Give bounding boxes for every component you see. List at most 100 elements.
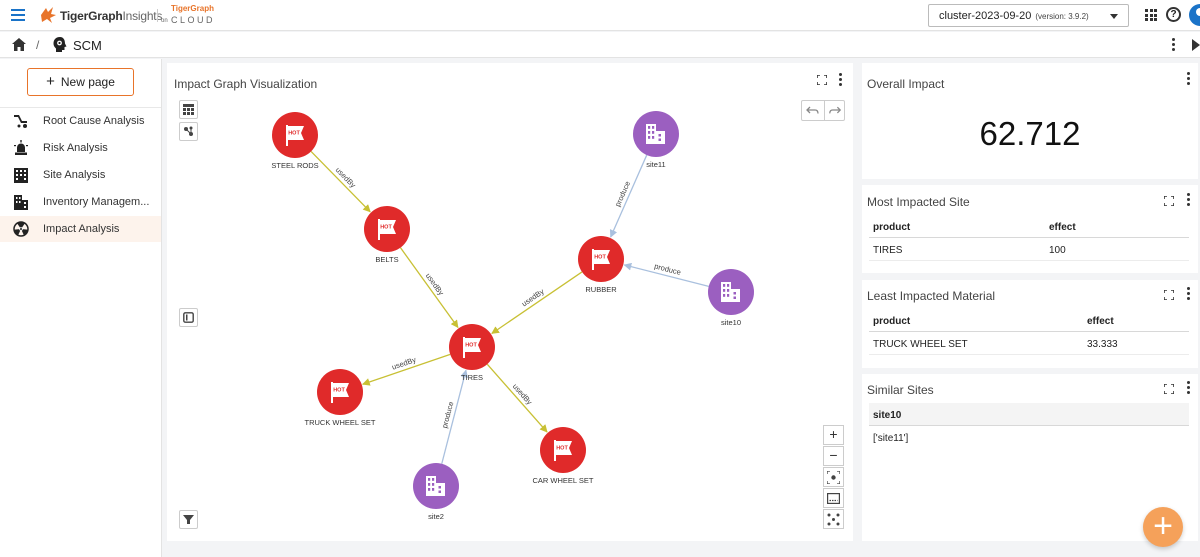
chevron-down-icon [1110, 14, 1118, 19]
zoom-controls: + − [823, 425, 844, 531]
overall-impact-value: 62.712 [979, 115, 1081, 152]
brand-main: TigerGraph [60, 9, 123, 23]
impact-graph-panel: Impact Graph Visualization usedBy usedBy u… [167, 63, 853, 541]
graph-node-truck_wheel_set[interactable]: HOT TRUCK WHEEL SET [305, 369, 376, 427]
node-badge: HOT [594, 255, 606, 261]
edge-label: usedBy [391, 355, 418, 372]
graph-node-belts[interactable]: HOT BELTS [364, 206, 410, 264]
brand-name: TigerGraphInsights [60, 9, 162, 23]
graph-edge-belts-tires[interactable] [399, 247, 459, 329]
menu-icon[interactable] [11, 9, 25, 21]
node-badge: HOT [380, 225, 392, 231]
sidebar-item-impact-analysis[interactable]: Impact Analysis [0, 216, 161, 242]
sidebar-item-inventory-management[interactable]: Inventory Managem... [0, 189, 161, 215]
graph-edge-rubber-tires[interactable] [491, 271, 583, 335]
node-label: site10 [721, 318, 741, 327]
sidebar-item-site-analysis[interactable]: Site Analysis [0, 162, 161, 188]
minimap-icon [827, 493, 841, 505]
node-label: BELTS [375, 255, 398, 264]
node-label: CAR WHEEL SET [533, 476, 594, 485]
tigergraph-logo-icon [41, 7, 56, 23]
focus-icon [826, 470, 841, 485]
table-cell: ['site11'] [873, 433, 909, 444]
graph-node-tires[interactable]: HOT TIRES [449, 324, 495, 382]
table-cell: TIRES [873, 245, 903, 256]
sidebar-item-label: Risk Analysis [43, 142, 108, 154]
column-header: product [873, 222, 911, 233]
radiation-icon [13, 221, 29, 237]
new-page-button[interactable]: + New page [27, 68, 134, 96]
sidebar-item-label: Site Analysis [43, 169, 106, 181]
more-options-icon[interactable] [1187, 287, 1191, 301]
node-label: RUBBER [585, 285, 617, 294]
tigergraph-cloud-logo: TigerGraph on CLOUD [161, 4, 221, 28]
sidebar: + New page Root Cause Analysis Risk Analy… [0, 59, 162, 557]
column-header: effect [1087, 316, 1114, 327]
panel-title: Similar Sites [867, 383, 934, 397]
graph-node-steel_rods[interactable]: HOT STEEL RODS [271, 112, 319, 170]
cloud-logo-top: TigerGraph [171, 4, 214, 13]
fit-view-button[interactable] [823, 467, 844, 487]
cluster-select[interactable]: cluster-2023-09-20 (version: 3.9.2) [928, 4, 1129, 27]
play-icon[interactable] [1192, 39, 1200, 51]
table-row[interactable]: TRUCK WHEEL SET 33.333 [869, 332, 1189, 355]
layout-icon [827, 513, 840, 526]
help-icon[interactable]: ? [1166, 7, 1181, 22]
app-head-icon [53, 37, 67, 52]
apps-grid-icon[interactable] [1145, 9, 1157, 21]
alarm-icon [14, 140, 28, 155]
node-label: site11 [646, 160, 665, 169]
table-row[interactable]: ['site11'] [869, 426, 1189, 449]
graph-node-site2[interactable]: site2 [413, 463, 459, 521]
home-icon[interactable] [12, 38, 26, 51]
least-impacted-material-panel: Least Impacted Material product effect T… [862, 280, 1198, 368]
minimap-button[interactable] [823, 488, 844, 508]
more-options-icon[interactable] [1187, 381, 1191, 395]
most-impacted-site-panel: Most Impacted Site product effect TIRES … [862, 185, 1198, 273]
cloud-logo-on: on [161, 18, 168, 24]
panel-title: Most Impacted Site [867, 195, 970, 209]
avatar[interactable] [1189, 4, 1200, 26]
sidebar-item-label: Impact Analysis [43, 223, 120, 235]
edge-label: produce [440, 401, 456, 429]
expand-icon[interactable] [1164, 196, 1174, 206]
sidebar-item-root-cause-analysis[interactable]: Root Cause Analysis [0, 108, 161, 134]
more-options-icon[interactable] [1187, 193, 1191, 207]
graph-canvas[interactable]: usedByusedByusedByusedByusedByproducepro… [167, 63, 853, 541]
node-label: STEEL RODS [271, 161, 318, 170]
cluster-name: cluster-2023-09-20 [939, 10, 1032, 22]
panel-title: Least Impacted Material [867, 289, 996, 303]
node-label: TIRES [461, 373, 483, 382]
top-bar: TigerGraphInsights TigerGraph on CLOUD c… [0, 0, 1200, 31]
graph-node-car_wheel_set[interactable]: HOT CAR WHEEL SET [533, 427, 594, 485]
expand-icon[interactable] [1164, 384, 1174, 394]
node-label: TRUCK WHEEL SET [305, 418, 376, 427]
table-header: site10 [869, 403, 1189, 426]
zoom-in-button[interactable]: + [823, 425, 844, 445]
sidebar-item-label: Root Cause Analysis [43, 115, 145, 127]
zoom-out-button[interactable]: − [823, 446, 844, 466]
node-badge: HOT [333, 388, 345, 394]
more-options-icon[interactable] [1172, 38, 1176, 52]
breadcrumb-app-name[interactable]: SCM [73, 38, 102, 53]
graph-node-site11[interactable]: site11 [633, 111, 679, 169]
table-cell: TRUCK WHEEL SET [873, 339, 968, 350]
graph-node-rubber[interactable]: HOT RUBBER [578, 236, 624, 294]
breadcrumb-separator: / [36, 38, 40, 52]
table-header: product effect [869, 309, 1189, 332]
graph-node-site10[interactable]: site10 [708, 269, 754, 327]
sidebar-item-risk-analysis[interactable]: Risk Analysis [0, 135, 161, 161]
table-cell: 33.333 [1087, 339, 1118, 350]
graph-edge-steel_rods-belts[interactable] [310, 150, 371, 213]
layout-button[interactable] [823, 509, 844, 529]
node-label: site2 [428, 512, 444, 521]
expand-icon[interactable] [1164, 290, 1174, 300]
add-widget-button[interactable]: + [1143, 507, 1183, 547]
column-header: site10 [873, 410, 902, 421]
table-cell: 100 [1049, 245, 1066, 256]
node-badge: HOT [288, 131, 300, 137]
table-row[interactable]: TIRES 100 [869, 238, 1189, 261]
root-cause-icon [14, 115, 27, 128]
graph-edge-tires-car_wheel_set[interactable] [486, 363, 548, 433]
more-options-icon[interactable] [1187, 72, 1191, 86]
